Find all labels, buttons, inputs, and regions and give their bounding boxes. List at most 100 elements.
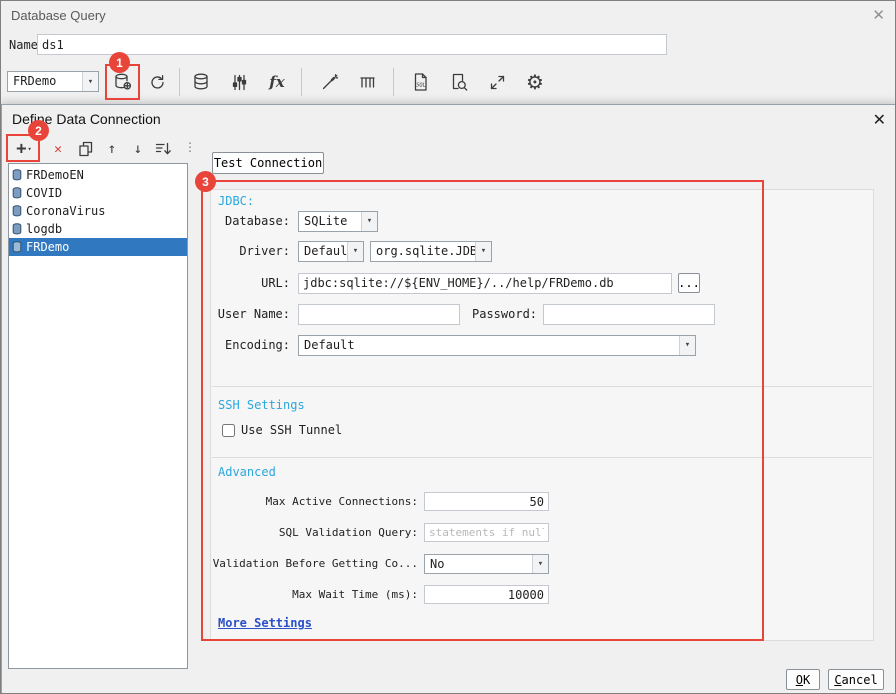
password-label: Password: xyxy=(472,307,538,321)
max-wait-time-row: Max Wait Time (ms): xyxy=(212,584,549,605)
chevron-down-icon: ▾ xyxy=(27,144,32,153)
sliders-icon xyxy=(232,74,246,90)
database-select[interactable]: SQLite ▾ xyxy=(298,210,378,232)
dialog-close-icon[interactable]: ✕ xyxy=(873,110,886,129)
copy-connection-button[interactable] xyxy=(74,137,98,161)
driver-row: Driver: Default ▾ org.sqlite.JDBC ▾ xyxy=(212,240,772,262)
url-row: URL: ... xyxy=(212,272,772,294)
ok-button[interactable]: OK xyxy=(786,669,820,690)
copy-icon xyxy=(79,141,93,157)
table-columns-icon xyxy=(359,76,375,88)
url-input[interactable] xyxy=(298,272,672,294)
database-item-icon xyxy=(12,187,22,199)
database-config-icon xyxy=(115,73,132,90)
max-active-connections-input[interactable] xyxy=(424,492,549,511)
ssh-section-label: SSH Settings xyxy=(218,398,305,412)
window-title: Database Query xyxy=(11,7,106,23)
list-item[interactable]: CoronaVirus xyxy=(9,202,187,220)
expand-arrows-icon xyxy=(490,75,504,89)
chevron-down-icon: ▾ xyxy=(82,72,98,91)
connection-name: FRDemoEN xyxy=(26,168,84,182)
connection-name: CoronaVirus xyxy=(26,204,106,218)
sql-label: SQL xyxy=(416,83,426,89)
list-item[interactable]: logdb xyxy=(9,220,187,238)
refresh-icon xyxy=(150,74,164,89)
cancel-button[interactable]: Cancel xyxy=(828,669,884,690)
list-item[interactable]: FRDemoEN xyxy=(9,166,187,184)
move-up-button[interactable]: ↑ xyxy=(100,137,124,161)
encoding-row: Encoding: Default ▾ xyxy=(212,334,772,356)
driver-class-value: org.sqlite.JDBC xyxy=(376,243,475,258)
driver-class-select[interactable]: org.sqlite.JDBC ▾ xyxy=(370,240,492,262)
add-connection-button[interactable]: + ▾ xyxy=(10,137,38,161)
sort-icon xyxy=(155,142,171,155)
move-down-button[interactable]: ↓ xyxy=(126,137,150,161)
toolbar-separator xyxy=(301,68,302,96)
test-connection-button[interactable]: Test Connection xyxy=(212,152,324,174)
connection-name: FRDemo xyxy=(26,240,70,254)
arrow-up-icon: ↑ xyxy=(107,141,117,157)
password-input[interactable] xyxy=(543,303,716,325)
sort-connections-button[interactable] xyxy=(150,137,176,161)
validation-before-getting-select[interactable]: No ▾ xyxy=(424,553,549,574)
database-icon xyxy=(194,73,208,90)
driver-mode-select[interactable]: Default ▾ xyxy=(298,240,364,262)
database-label: Database: xyxy=(224,214,290,228)
chevron-down-icon: ▾ xyxy=(347,241,363,261)
parameter-settings-button[interactable] xyxy=(225,68,253,96)
smart-edit-button[interactable] xyxy=(315,68,343,96)
dialog-title: Define Data Connection xyxy=(12,111,161,127)
formula-button[interactable]: fx xyxy=(263,68,291,96)
list-item[interactable]: COVID xyxy=(9,184,187,202)
database-item-icon xyxy=(12,205,22,217)
chevron-down-icon: ▾ xyxy=(475,241,491,261)
ssh-tunnel-row: Use SSH Tunnel xyxy=(222,421,342,439)
user-name-input[interactable] xyxy=(298,303,460,325)
preview-button[interactable] xyxy=(445,68,473,96)
advanced-section-label: Advanced xyxy=(218,465,276,479)
panel-splitter-handle[interactable]: ⋮ xyxy=(184,141,196,153)
max-wait-time-label: Max Wait Time (ms): xyxy=(292,588,418,601)
sql-validation-query-row: SQL Validation Query: xyxy=(212,522,549,543)
maximize-editor-button[interactable] xyxy=(483,68,511,96)
driver-mode-value: Default xyxy=(304,243,347,258)
credentials-row: User Name: Password: xyxy=(212,303,772,325)
connection-name: logdb xyxy=(26,222,63,236)
database-row: Database: SQLite ▾ xyxy=(212,210,772,232)
use-ssh-tunnel-checkbox[interactable] xyxy=(222,423,235,437)
fx-icon: fx xyxy=(269,73,285,91)
name-input[interactable] xyxy=(37,34,667,55)
section-divider xyxy=(212,457,872,458)
dataset-select[interactable]: FRDemo ▾ xyxy=(7,71,99,92)
more-settings-link[interactable]: More Settings xyxy=(218,616,312,630)
encoding-label: Encoding: xyxy=(224,338,290,352)
preview-magnifier-icon xyxy=(452,73,468,91)
data-connection-config-button[interactable] xyxy=(109,68,137,96)
settings-button[interactable]: ⚙ xyxy=(521,68,549,96)
plus-icon: + xyxy=(16,138,27,159)
arrow-down-icon: ↓ xyxy=(133,141,143,157)
section-divider xyxy=(212,386,872,387)
chevron-down-icon: ▾ xyxy=(679,335,695,355)
window-close-icon[interactable]: ✕ xyxy=(872,6,885,24)
list-item-selected[interactable]: FRDemo xyxy=(9,238,187,256)
magic-wand-icon xyxy=(322,73,338,89)
chevron-down-icon: ▾ xyxy=(361,211,377,231)
browse-button[interactable]: ... xyxy=(678,273,700,293)
database-button[interactable] xyxy=(187,68,215,96)
chevron-down-icon: ▾ xyxy=(532,554,548,573)
connection-list: FRDemoEN COVID CoronaVirus logdb FRDemo xyxy=(8,163,188,669)
max-wait-time-input[interactable] xyxy=(424,585,549,604)
refresh-button[interactable] xyxy=(143,68,171,96)
sql-editor-button[interactable]: SQL xyxy=(407,68,435,96)
column-width-button[interactable] xyxy=(353,68,381,96)
sql-document-icon: SQL xyxy=(414,73,427,91)
delete-connection-button[interactable]: ✕ xyxy=(46,137,70,161)
url-label: URL: xyxy=(261,276,290,290)
database-select-value: SQLite xyxy=(304,213,348,228)
sql-validation-query-input[interactable] xyxy=(424,523,549,542)
database-query-window: Database Query ✕ Name: FRDemo ▾ xyxy=(0,0,896,694)
encoding-select[interactable]: Default ▾ xyxy=(298,334,696,356)
toolbar-separator xyxy=(393,68,394,96)
encoding-select-value: Default xyxy=(304,337,355,352)
